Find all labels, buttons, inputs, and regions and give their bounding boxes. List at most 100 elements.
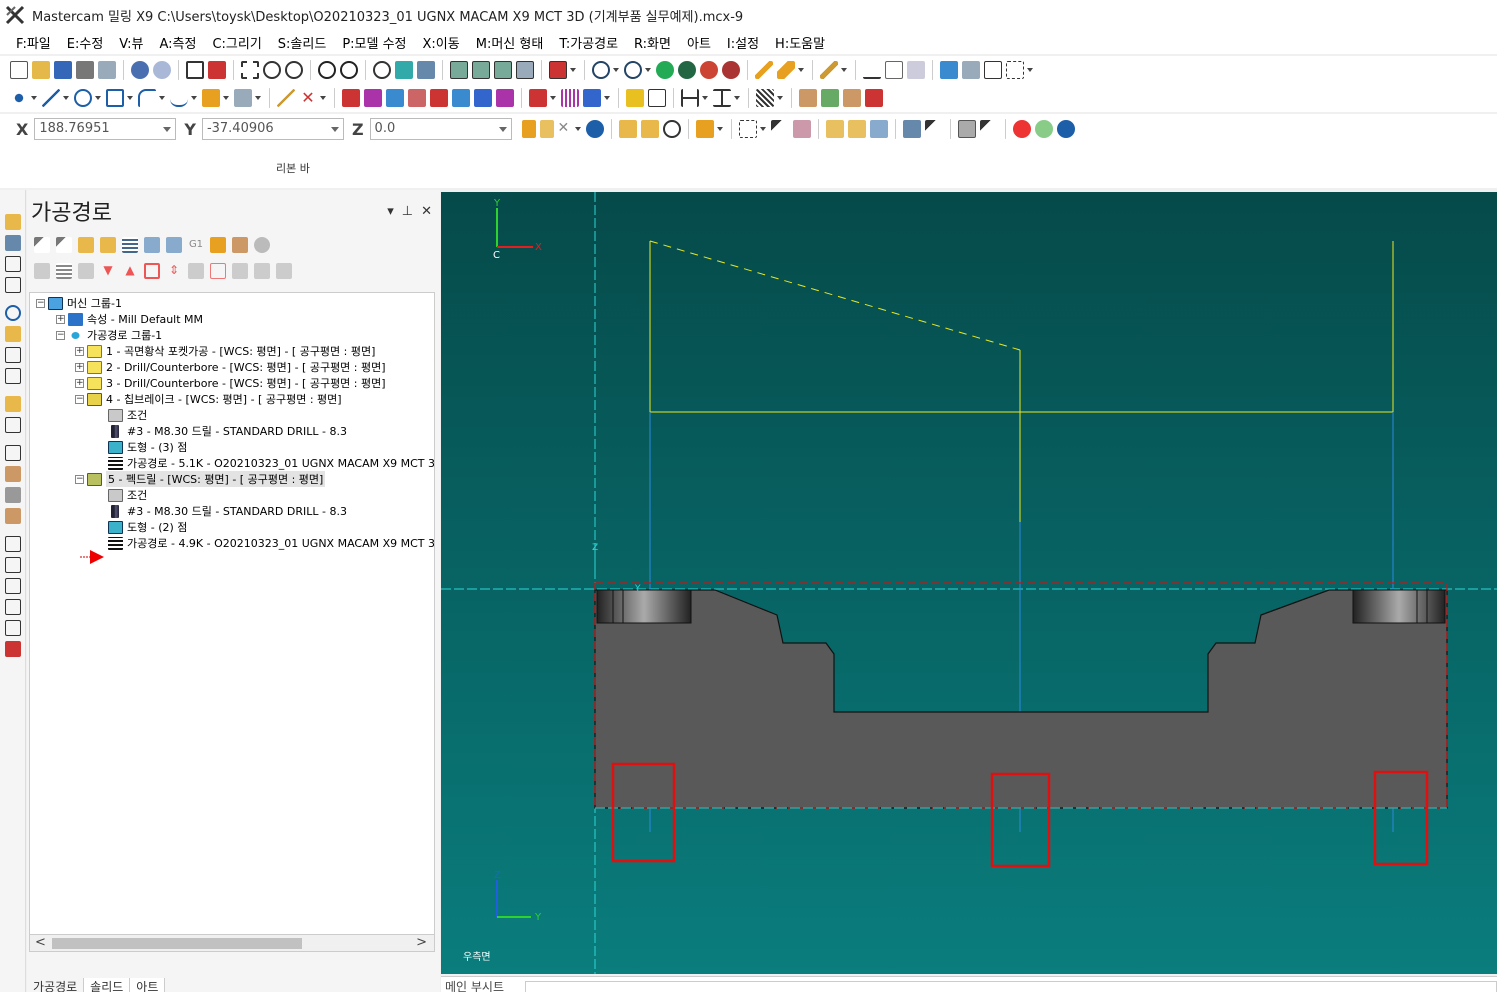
scroll-to-insert-icon[interactable]: ⇕ — [166, 263, 182, 279]
rectangle-dropdown-icon[interactable] — [126, 89, 134, 107]
insert-arrow-marker-icon[interactable] — [80, 549, 110, 565]
main-viewsheet-tab[interactable]: 메인 부시트 — [445, 980, 504, 992]
surface-icon[interactable] — [202, 89, 220, 107]
hidden-line-dropdown-icon[interactable] — [644, 61, 652, 79]
view-iso-icon[interactable] — [516, 61, 534, 79]
scroll-thumb[interactable] — [52, 938, 302, 949]
fit-screen-icon[interactable] — [186, 61, 204, 79]
collapse-icon[interactable]: − — [75, 394, 84, 404]
pan-icon[interactable] — [417, 61, 435, 79]
image-icon[interactable] — [962, 61, 980, 79]
tree-node-toolpath-group[interactable]: − 가공경로 그룹-1 — [56, 327, 162, 343]
wcs-dropdown-icon[interactable] — [549, 89, 557, 107]
delete-icon[interactable]: ✕ — [299, 89, 317, 107]
select-body-icon[interactable] — [825, 120, 844, 138]
toolpath-wire-icon[interactable] — [5, 466, 21, 482]
menu-settings[interactable]: I:설정 — [719, 33, 767, 52]
print-icon[interactable] — [76, 61, 94, 79]
selection-mode-icon[interactable] — [695, 120, 714, 138]
fast-point-icon[interactable] — [521, 120, 536, 138]
spline-icon[interactable] — [170, 89, 188, 107]
window-select-dropdown-icon[interactable] — [759, 120, 767, 138]
wireframe-dropdown-icon[interactable] — [612, 61, 620, 79]
regenerate-all-icon[interactable] — [78, 237, 94, 253]
select-vertex-icon[interactable] — [924, 120, 943, 138]
expand-icon[interactable]: + — [75, 362, 84, 372]
tree-node-machine-group[interactable]: − 머신 그룹-1 — [36, 295, 122, 311]
point-dropdown-icon[interactable] — [30, 89, 38, 107]
tree-horizontal-scrollbar[interactable]: < > — [29, 934, 435, 952]
help-query-icon[interactable] — [885, 61, 903, 79]
post-ops-icon[interactable]: G1 — [188, 237, 204, 253]
collapse-icon[interactable]: − — [75, 474, 84, 484]
new-file-icon[interactable] — [10, 61, 28, 79]
toolpath-3d-parallel-icon[interactable] — [5, 557, 21, 573]
wcs-icon[interactable] — [529, 89, 547, 107]
line-dropdown-icon[interactable] — [62, 89, 70, 107]
scroll-right-icon[interactable]: > — [416, 935, 427, 950]
fillet-dropdown-icon[interactable] — [158, 89, 166, 107]
menu-analyze[interactable]: A:측정 — [151, 33, 204, 52]
unzoom-icon[interactable] — [318, 61, 336, 79]
z-coordinate-field[interactable]: 0.0 — [369, 118, 512, 140]
grid-icon[interactable] — [561, 89, 579, 107]
backplot-icon[interactable] — [843, 89, 861, 107]
select-face-icon[interactable] — [847, 120, 866, 138]
panel-pin-icon[interactable]: ⊥ — [402, 204, 413, 219]
menu-edit[interactable]: E:수정 — [59, 33, 112, 52]
shaded-icon[interactable] — [656, 61, 674, 79]
move-down-icon[interactable]: ▼ — [100, 263, 116, 279]
zoom-window-icon[interactable] — [241, 61, 259, 79]
toolpath-thread-icon[interactable] — [5, 326, 21, 342]
dynamic-rotate-icon[interactable] — [395, 61, 413, 79]
collapse-icon[interactable]: − — [36, 298, 45, 308]
zoom-icon[interactable] — [285, 61, 303, 79]
tree-node-op5-tool[interactable]: #3 - M8.30 드릴 - STANDARD DRILL - 8.3 — [108, 503, 347, 519]
toolpath-surface-finish-icon[interactable] — [5, 417, 21, 433]
toolpath-pocket-icon[interactable] — [5, 256, 21, 272]
single-op-mode-icon[interactable] — [188, 263, 204, 279]
pointer-icon[interactable] — [770, 120, 789, 138]
zoom-target-icon[interactable] — [263, 61, 281, 79]
toolpath-3d-area-icon[interactable] — [5, 578, 21, 594]
tree-node-op5-geometry[interactable]: 도형 - (2) 점 — [108, 519, 187, 535]
check-icon[interactable] — [863, 61, 881, 79]
view-front-icon[interactable] — [472, 61, 490, 79]
dim-vertical-dropdown-icon[interactable] — [733, 89, 741, 107]
redo-icon[interactable] — [153, 61, 171, 79]
xform-rotate-icon[interactable] — [386, 89, 404, 107]
simulate-ops-icon[interactable] — [166, 237, 182, 253]
tree-node-op5-parameters[interactable]: 조건 — [108, 487, 147, 503]
toolpath-slot-icon[interactable] — [5, 368, 21, 384]
tree-node-operation-4[interactable]: − 4 - 칩브레이크 - [WCS: 평면] - [ 공구평면 : 평면] — [75, 391, 342, 407]
toolpath-filter-icon[interactable] — [276, 263, 292, 279]
menu-toolpaths[interactable]: T:가공경로 — [551, 33, 626, 52]
ops-help-icon[interactable] — [254, 237, 270, 253]
rotate-icon[interactable] — [373, 61, 391, 79]
scroll-left-icon[interactable]: < — [35, 935, 46, 950]
backplot-ops-icon[interactable] — [122, 237, 138, 253]
help-icon[interactable] — [1056, 120, 1075, 138]
select-edge-icon[interactable] — [869, 120, 888, 138]
view-right-icon[interactable] — [494, 61, 512, 79]
tab-solids[interactable]: 솔리드 — [84, 978, 131, 992]
machine-sim-icon[interactable] — [799, 89, 817, 107]
expand-icon[interactable]: + — [56, 314, 65, 324]
open-file-icon[interactable] — [32, 61, 50, 79]
toolpath-3d-scallop-icon[interactable] — [5, 599, 21, 615]
solid-dropdown-icon[interactable] — [254, 89, 262, 107]
wireframe-icon[interactable] — [592, 61, 610, 79]
fillet-icon[interactable] — [138, 89, 156, 107]
select-back-icon[interactable] — [902, 120, 921, 138]
rectangle-icon[interactable] — [106, 89, 124, 107]
circle-icon[interactable] — [74, 89, 92, 107]
toolpath-3d-waterline-icon[interactable] — [5, 620, 21, 636]
grid-layout-icon[interactable] — [1006, 61, 1024, 79]
toolpath-facing-icon[interactable] — [5, 277, 21, 293]
analyze-icon[interactable] — [820, 61, 838, 79]
delete-dropdown-icon[interactable] — [319, 89, 327, 107]
tree-node-operation-2[interactable]: +2 - Drill/Counterbore - [WCS: 평면] - [ 공… — [75, 359, 386, 375]
move-up-icon[interactable]: ▲ — [122, 263, 138, 279]
level-icon[interactable] — [583, 89, 601, 107]
menu-file[interactable]: F:파일 — [8, 33, 59, 52]
